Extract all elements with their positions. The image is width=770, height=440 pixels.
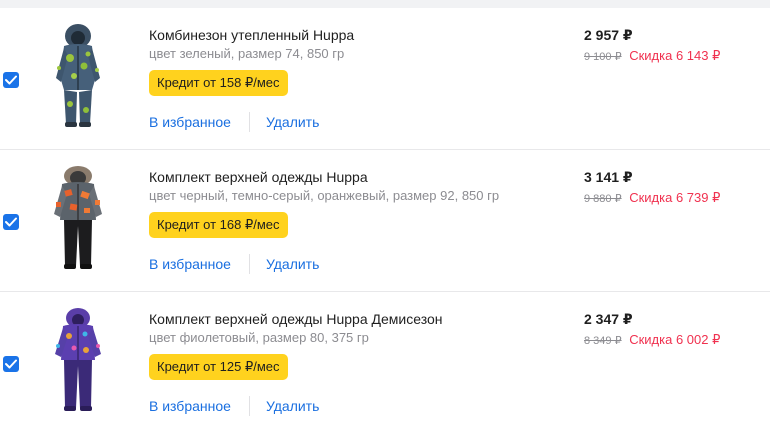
item-actions: В избранное Удалить xyxy=(149,396,569,416)
add-to-favorites-link[interactable]: В избранное xyxy=(149,114,231,130)
cart-item: Комплект верхней одежды Huppa цвет черны… xyxy=(0,150,770,292)
checkmark-icon xyxy=(5,359,17,369)
snowsuit-image xyxy=(56,24,100,127)
divider xyxy=(248,112,250,132)
product-title[interactable]: Комбинезон утепленный Huppa xyxy=(149,26,569,44)
item-checkbox[interactable] xyxy=(3,214,19,230)
current-price: 3 141 ₽ xyxy=(584,169,633,185)
price-discount-row: 9 880 ₽ Скидка 6 739 ₽ xyxy=(584,189,764,208)
product-image[interactable] xyxy=(48,162,108,274)
checkmark-icon xyxy=(5,217,17,227)
product-image[interactable] xyxy=(48,20,108,132)
discount-amount: Скидка 6 002 ₽ xyxy=(629,332,721,347)
product-specs: цвет зеленый, размер 74, 850 гр xyxy=(149,46,345,61)
price-block: 3 141 ₽ 9 880 ₽ Скидка 6 739 ₽ xyxy=(584,168,764,208)
price-discount-row: 8 349 ₽ Скидка 6 002 ₽ xyxy=(584,331,764,350)
item-checkbox[interactable] xyxy=(3,356,19,372)
checkmark-icon xyxy=(5,75,17,85)
old-price: 9 100 ₽ xyxy=(584,51,622,63)
remove-link[interactable]: Удалить xyxy=(266,256,319,272)
current-price: 2 957 ₽ xyxy=(584,27,633,43)
price-discount-row: 9 100 ₽ Скидка 6 143 ₽ xyxy=(584,47,764,66)
product-title[interactable]: Комплект верхней одежды Huppa Демисезон xyxy=(149,310,569,328)
divider xyxy=(248,396,250,416)
discount-amount: Скидка 6 739 ₽ xyxy=(629,190,721,205)
old-price: 9 880 ₽ xyxy=(584,193,622,205)
product-image[interactable] xyxy=(48,304,108,416)
outerwear-set-image xyxy=(55,308,101,411)
price-block: 2 347 ₽ 8 349 ₽ Скидка 6 002 ₽ xyxy=(584,310,764,350)
outerwear-set-image xyxy=(54,166,102,269)
cart-item-list: Комбинезон утепленный Huppa цвет зеленый… xyxy=(0,8,770,434)
item-actions: В избранное Удалить xyxy=(149,254,569,274)
divider xyxy=(248,254,250,274)
product-specs: цвет фиолетовый, размер 80, 375 гр xyxy=(149,330,369,345)
remove-link[interactable]: Удалить xyxy=(266,398,319,414)
item-checkbox[interactable] xyxy=(3,72,19,88)
item-info: Комплект верхней одежды Huppa цвет черны… xyxy=(149,168,569,274)
add-to-favorites-link[interactable]: В избранное xyxy=(149,398,231,414)
product-title[interactable]: Комплект верхней одежды Huppa xyxy=(149,168,569,186)
current-price: 2 347 ₽ xyxy=(584,311,633,327)
top-band xyxy=(0,0,770,8)
price-block: 2 957 ₽ 9 100 ₽ Скидка 6 143 ₽ xyxy=(584,26,764,66)
item-info: Комплект верхней одежды Huppa Демисезон … xyxy=(149,310,569,416)
credit-badge[interactable]: Кредит от 125 ₽/мес xyxy=(149,354,288,380)
cart-item: Комплект верхней одежды Huppa Демисезон … xyxy=(0,292,770,434)
credit-badge[interactable]: Кредит от 158 ₽/мес xyxy=(149,70,288,96)
add-to-favorites-link[interactable]: В избранное xyxy=(149,256,231,272)
item-actions: В избранное Удалить xyxy=(149,112,569,132)
credit-badge[interactable]: Кредит от 168 ₽/мес xyxy=(149,212,288,238)
remove-link[interactable]: Удалить xyxy=(266,114,319,130)
item-info: Комбинезон утепленный Huppa цвет зеленый… xyxy=(149,26,569,132)
cart-item: Комбинезон утепленный Huppa цвет зеленый… xyxy=(0,8,770,150)
discount-amount: Скидка 6 143 ₽ xyxy=(629,48,721,63)
product-specs: цвет черный, темно-серый, оранжевый, раз… xyxy=(149,188,500,203)
old-price: 8 349 ₽ xyxy=(584,335,622,347)
